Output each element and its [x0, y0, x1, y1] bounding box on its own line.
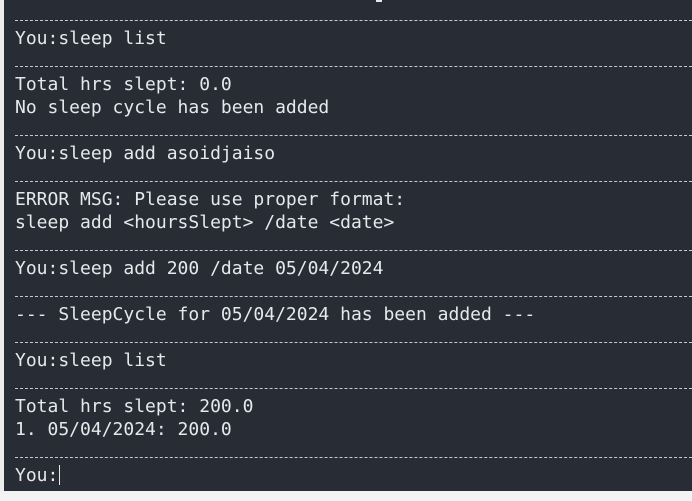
command-line: You:sleep list — [15, 28, 167, 49]
command-line: You:sleep add 200 /date 05/04/2024 — [15, 258, 384, 279]
prompt-label: You: — [15, 465, 59, 486]
output-line: --- SleepCycle for 05/04/2024 has been a… — [15, 304, 536, 325]
output-line: Total hrs slept: 200.0 — [15, 396, 254, 417]
separator-line — [15, 457, 692, 459]
output-line: Total hrs slept: 0.0 — [15, 74, 232, 95]
separator-line — [15, 342, 692, 344]
separator-line — [15, 135, 692, 137]
separator-line — [15, 296, 692, 298]
text-cursor — [59, 465, 61, 485]
cropped-text-fragment — [376, 0, 382, 2]
output-line: 1. 05/04/2024: 200.0 — [15, 419, 232, 440]
prompt-line[interactable]: You: — [15, 464, 61, 487]
error-line: sleep add <hoursSlept> /date <date> — [15, 212, 395, 233]
window-border — [0, 491, 692, 501]
output-line: No sleep cycle has been added — [15, 97, 330, 118]
error-line: ERROR MSG: Please use proper format: — [15, 189, 406, 210]
separator-line — [15, 66, 692, 68]
separator-line — [15, 20, 692, 22]
separator-line — [15, 181, 692, 183]
command-line: You:sleep add asoidjaiso — [15, 143, 276, 164]
separator-line — [15, 250, 692, 252]
separator-line — [15, 388, 692, 390]
terminal-window[interactable]: You:sleep list Total hrs slept: 0.0 No s… — [4, 0, 692, 491]
command-line: You:sleep list — [15, 350, 167, 371]
